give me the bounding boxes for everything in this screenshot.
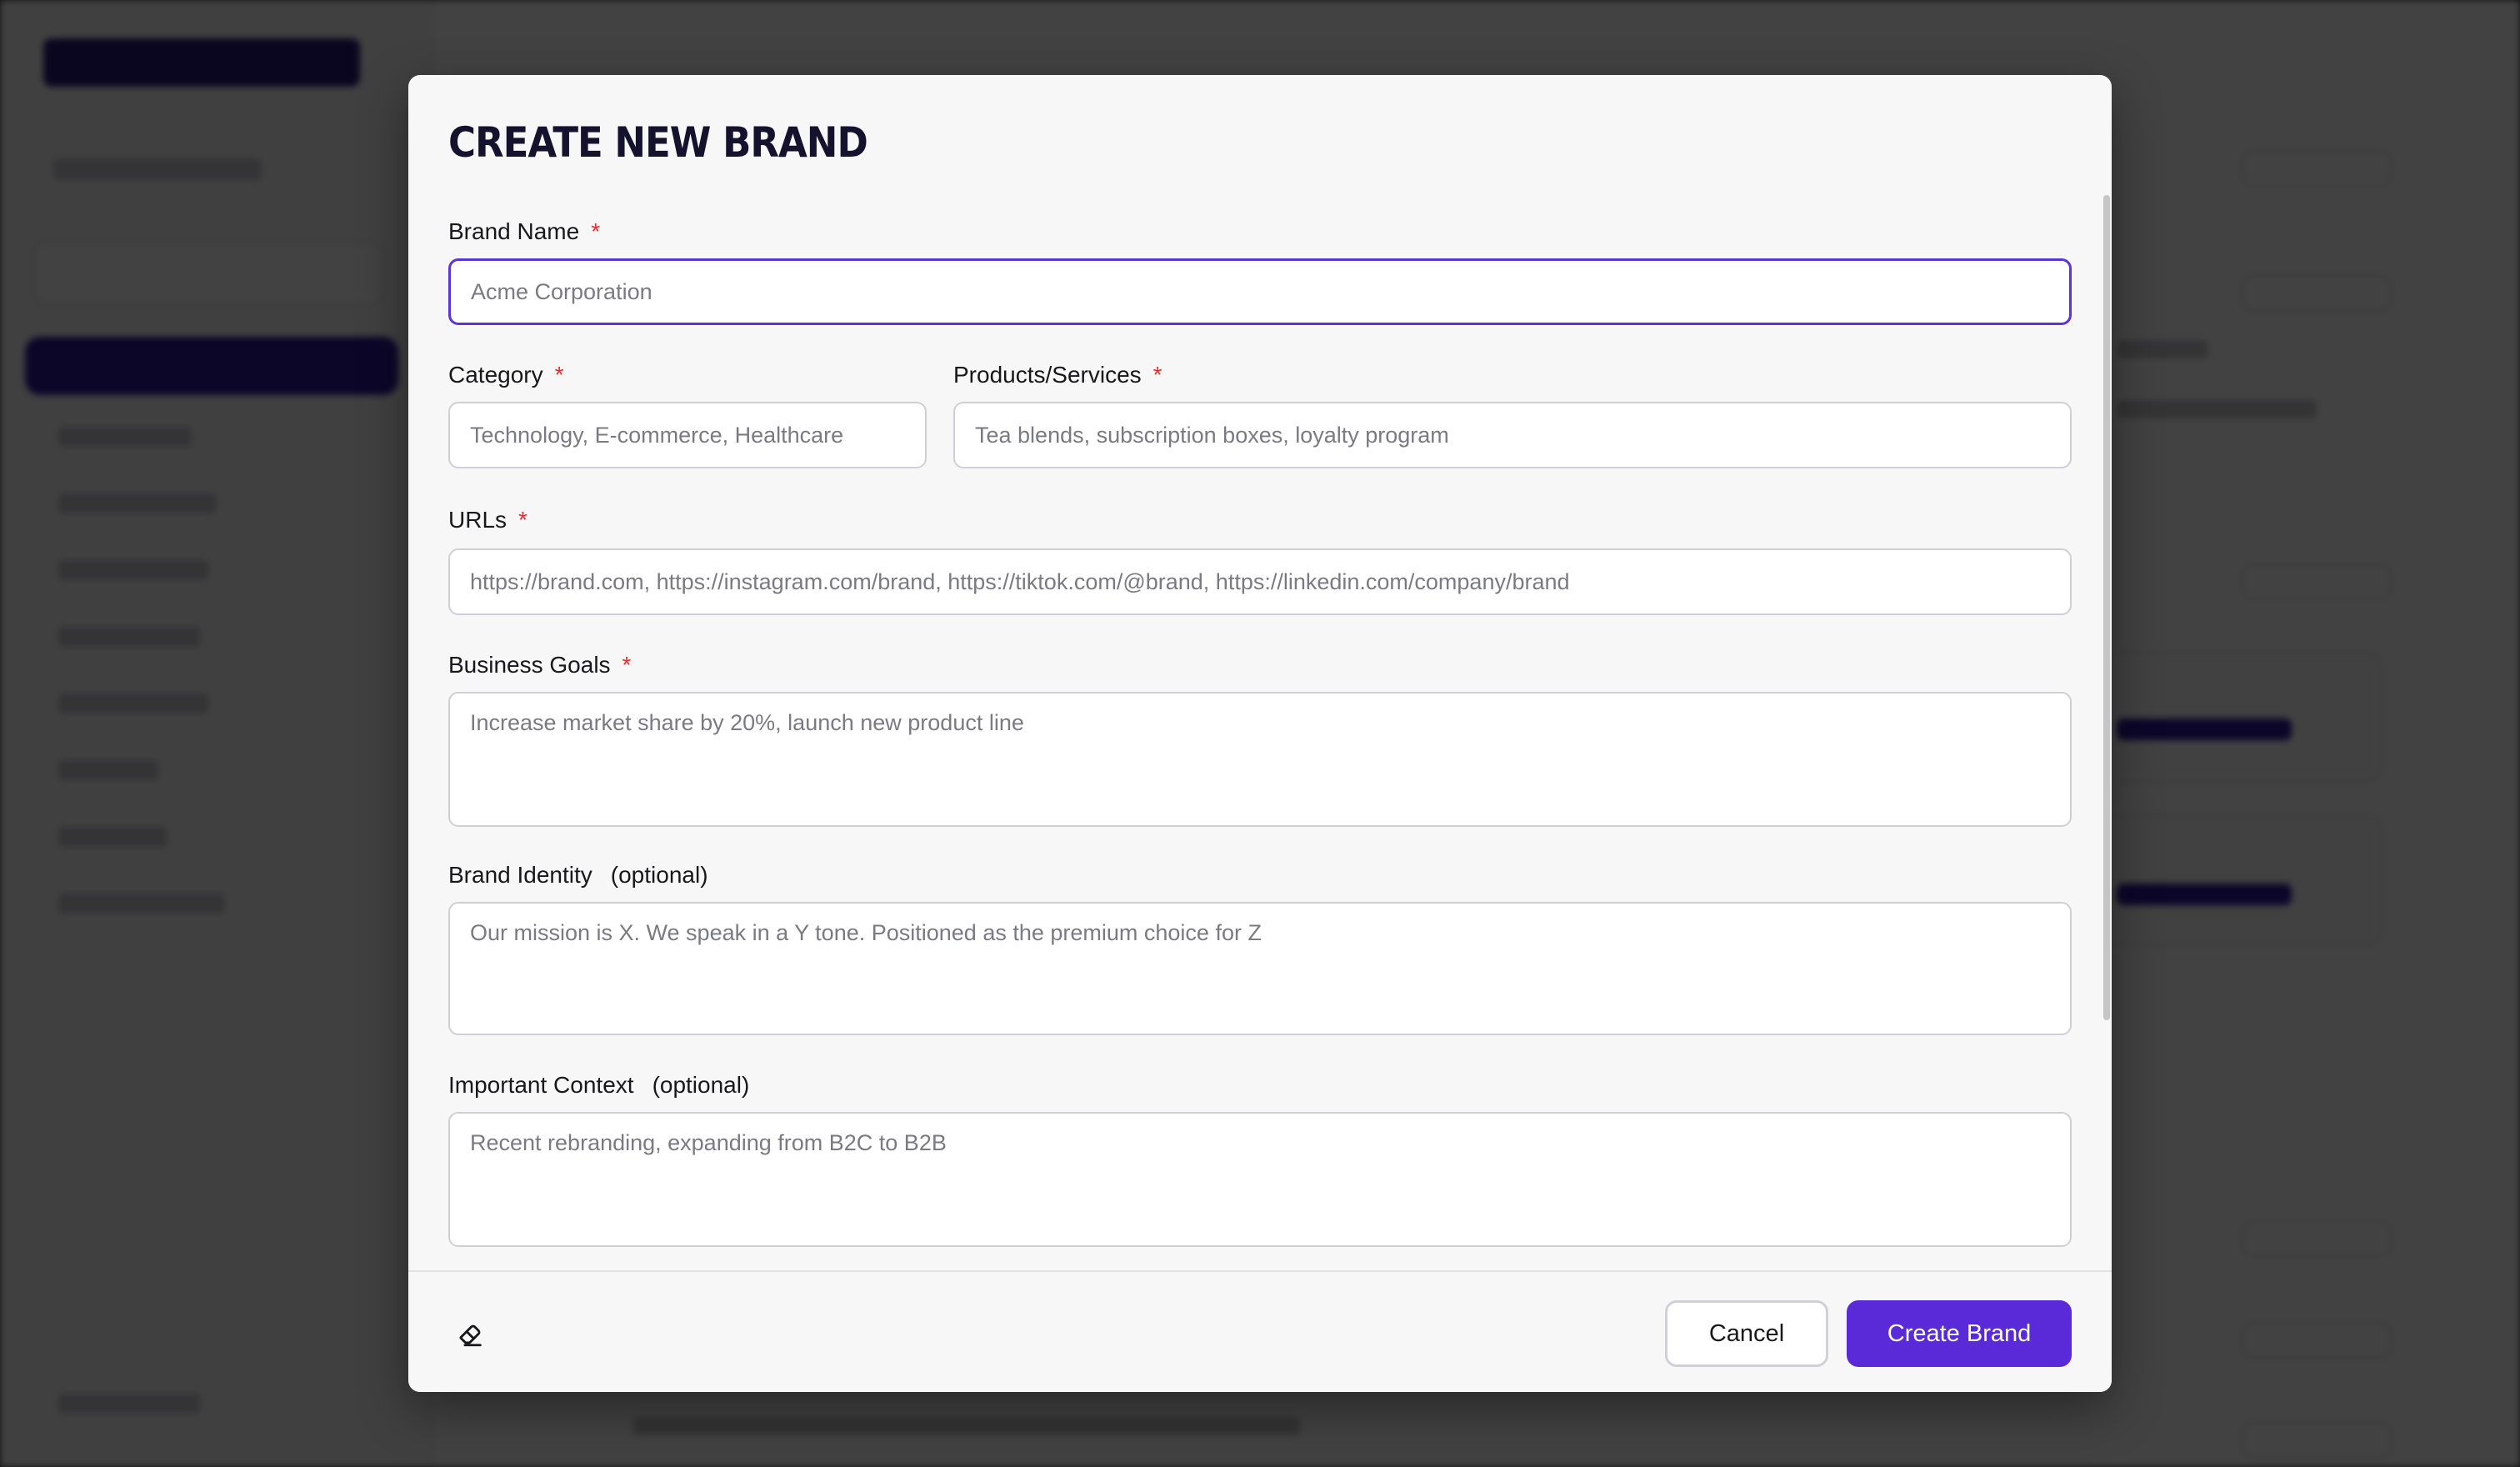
- products-services-label-text: Products/Services: [953, 362, 1142, 388]
- dialog-footer: Cancel Create Brand: [408, 1270, 2112, 1392]
- important-context-label-text: Important Context: [448, 1072, 634, 1098]
- eraser-icon[interactable]: [457, 1320, 485, 1349]
- important-context-label: Important Context (optional): [448, 1072, 749, 1099]
- urls-label: URLs *: [448, 507, 528, 533]
- optional-mark: (optional): [652, 1072, 750, 1098]
- category-label-text: Category: [448, 362, 543, 388]
- products-services-label: Products/Services *: [953, 362, 1162, 388]
- urls-label-text: URLs: [448, 507, 508, 533]
- products-services-input[interactable]: [953, 402, 2072, 468]
- business-goals-label-text: Business Goals: [448, 652, 611, 678]
- create-brand-dialog: CREATE NEW BRAND Brand Name * Category * P…: [408, 75, 2112, 1392]
- optional-mark: (optional): [610, 862, 708, 888]
- required-mark: *: [554, 362, 564, 388]
- required-mark: *: [518, 507, 528, 533]
- business-goals-label: Business Goals *: [448, 652, 631, 678]
- category-label: Category *: [448, 362, 564, 388]
- brand-name-input[interactable]: [448, 258, 2072, 325]
- dialog-scrollbar[interactable]: [2103, 195, 2110, 1020]
- brand-identity-label: Brand Identity (optional): [448, 862, 708, 889]
- brand-identity-textarea[interactable]: [448, 902, 2072, 1035]
- required-mark: *: [591, 218, 601, 244]
- urls-input[interactable]: [448, 548, 2072, 615]
- cancel-button[interactable]: Cancel: [1665, 1300, 1828, 1367]
- category-input[interactable]: [448, 402, 927, 468]
- business-goals-textarea[interactable]: [448, 692, 2072, 827]
- required-mark: *: [1152, 362, 1162, 388]
- create-brand-button[interactable]: Create Brand: [1847, 1300, 2072, 1367]
- dialog-title: CREATE NEW BRAND: [448, 118, 868, 167]
- required-mark: *: [622, 652, 632, 678]
- important-context-textarea[interactable]: [448, 1112, 2072, 1247]
- brand-name-label: Brand Name *: [448, 218, 600, 245]
- brand-identity-label-text: Brand Identity: [448, 862, 592, 888]
- brand-name-label-text: Brand Name: [448, 218, 580, 244]
